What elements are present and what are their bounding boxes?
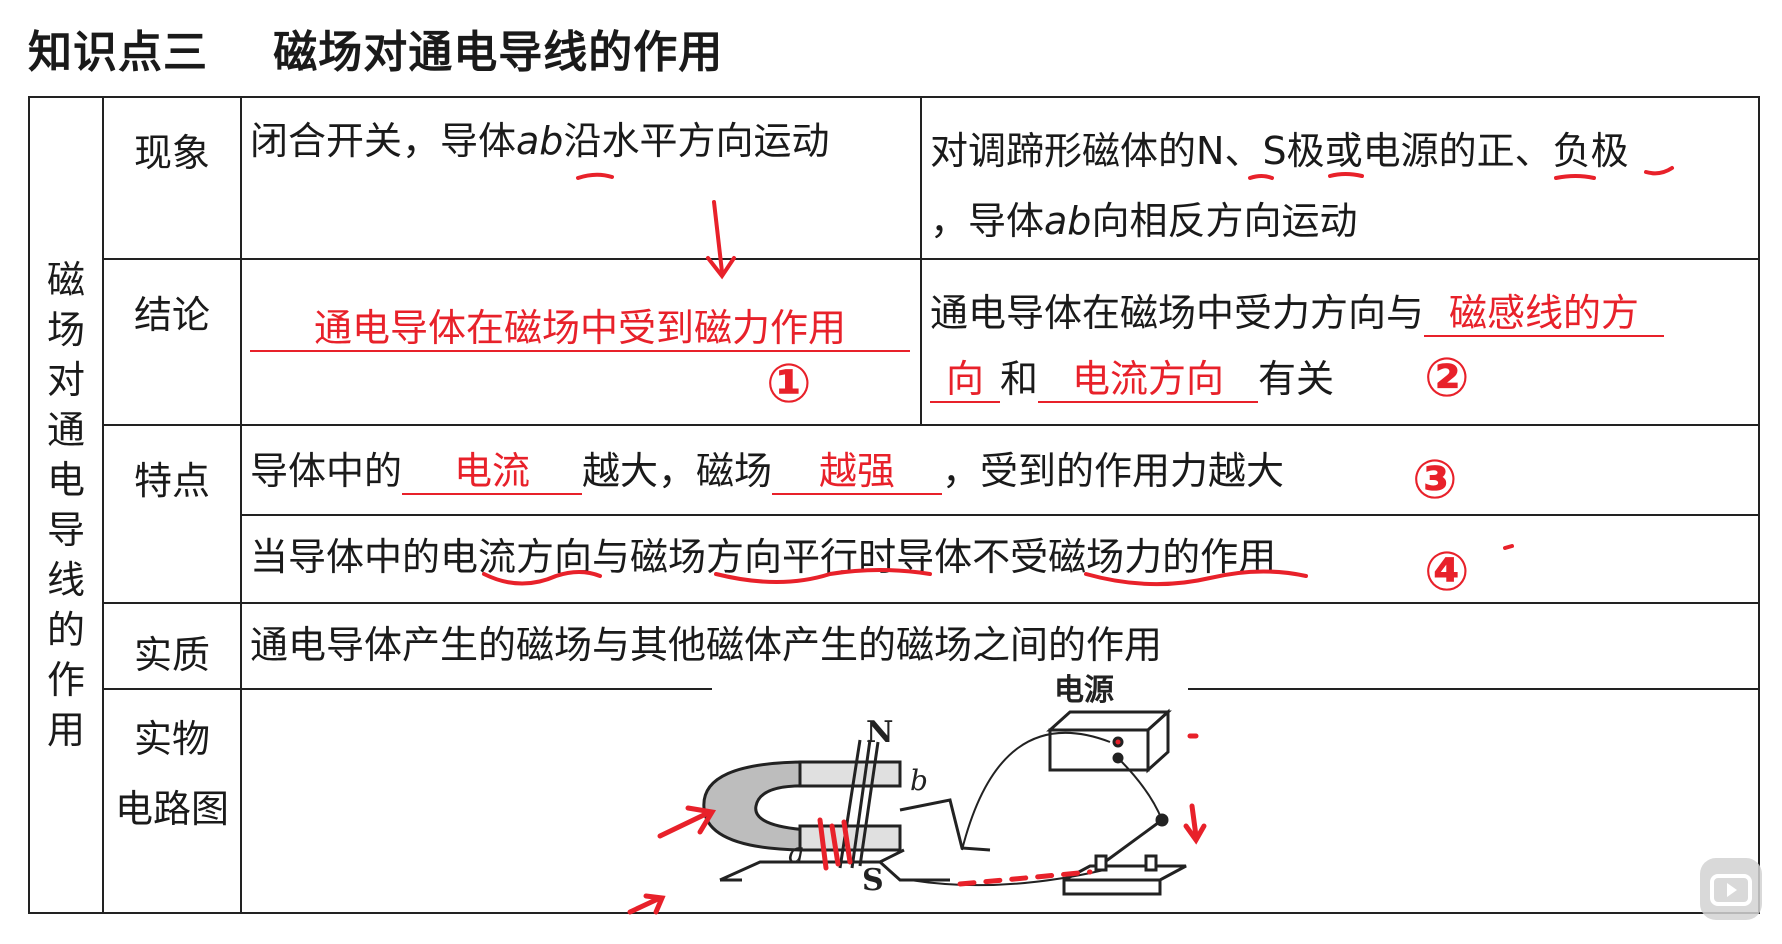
feature-line-1: 导体中的 电流 越大，磁场 越强 ，受到的作用力越大 bbox=[240, 424, 1760, 516]
knowledge-table: 磁场对 通电导 线的作 用 现象 闭合开关，导体ab沿水平方向运动 对调蹄形磁体… bbox=[28, 96, 1760, 914]
feature-line-2: 当导体中的电流方向与磁场方向平行时导体不受磁场力的作用 bbox=[240, 514, 1760, 604]
row-label-diagram: 实物 电路图 bbox=[102, 688, 242, 914]
conclusion-left: 通电导体在磁场中受到磁力作用 bbox=[240, 258, 922, 426]
conclusion-right: 通电导体在磁场中受力方向与 磁感线的方向和电流方向 有关 bbox=[920, 258, 1760, 426]
phenomenon-left: 闭合开关，导体ab沿水平方向运动 bbox=[240, 96, 922, 260]
page-title: 知识点三 磁场对通电导线的作用 bbox=[28, 27, 724, 78]
row-label-essence: 实质 bbox=[102, 602, 242, 690]
essence-text: 通电导体产生的磁场与其他磁体产生的磁场之间的作用 bbox=[240, 602, 1760, 690]
row-label-feature: 特点 bbox=[102, 424, 242, 604]
circuit-diagram-cell bbox=[240, 688, 1760, 914]
video-play-icon[interactable] bbox=[1700, 858, 1762, 920]
phenomenon-right: 对调蹄形磁体的N、S极或电源的正、负极 ，导体ab向相反方向运动 bbox=[920, 96, 1760, 260]
row-label-conclusion: 结论 bbox=[102, 258, 242, 426]
side-label: 磁场对 通电导 线的作 用 bbox=[28, 96, 104, 914]
row-label-phenomenon: 现象 bbox=[102, 96, 242, 260]
